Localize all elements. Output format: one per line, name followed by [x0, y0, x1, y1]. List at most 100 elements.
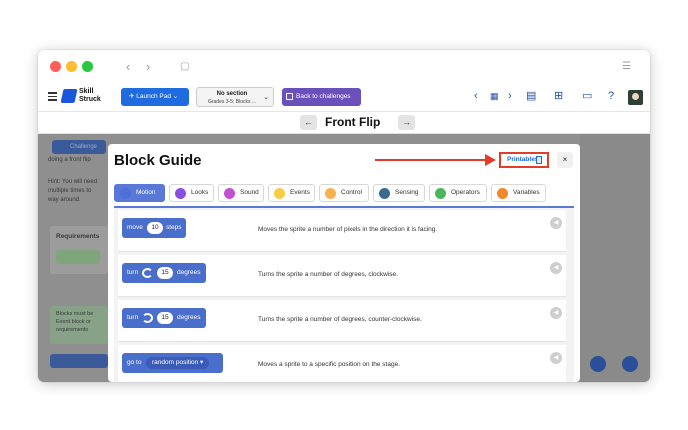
back-to-challenges-button[interactable]: Back to challenges — [282, 88, 361, 106]
list-item: go to random position ▾ Moves a sprite t… — [118, 345, 566, 382]
requirement-check — [56, 250, 100, 264]
tab-looks[interactable]: Looks — [169, 184, 214, 202]
block-description: Turns the sprite a number of degrees, co… — [258, 316, 422, 323]
hint-text: Hint: You will need — [48, 179, 98, 185]
motion-circle-icon — [120, 188, 131, 199]
move-steps-block[interactable]: move 10 steps — [122, 218, 186, 238]
minimize-window-button[interactable] — [66, 61, 77, 72]
instructions-text: doing a front flip — [48, 157, 91, 163]
speaker-icon[interactable]: ◀ — [550, 352, 562, 364]
tab-variables[interactable]: Variables — [491, 184, 546, 202]
back-icon[interactable]: ‹ — [126, 60, 130, 73]
block-text: turn — [127, 269, 139, 276]
blocks-note-panel: Blocks must be Event block or requiremen… — [50, 306, 108, 344]
maximize-window-button[interactable] — [82, 61, 93, 72]
looks-circle-icon — [175, 188, 186, 199]
tab-label: Motion — [136, 189, 156, 196]
block-value: 15 — [157, 267, 173, 279]
control-circle-icon — [325, 188, 336, 199]
next-level-icon[interactable]: › — [508, 91, 512, 102]
browser-window: ‹ › ▢ ☰ Skill Struck ✈ Launch Pad ⌄ No se… — [38, 50, 650, 382]
turn-clockwise-block[interactable]: turn 15 degrees — [122, 263, 206, 283]
logo-mark-icon — [60, 89, 78, 103]
grid-icon[interactable]: ▦ — [490, 91, 499, 102]
block-text: move — [127, 224, 143, 231]
document-icon — [536, 156, 542, 164]
block-text: turn — [127, 314, 139, 321]
position-dropdown[interactable]: random position ▾ — [146, 357, 210, 369]
note-line: requirements — [56, 327, 89, 333]
avatar[interactable] — [628, 90, 643, 105]
block-description: Moves the sprite a number of pixels in t… — [258, 226, 438, 233]
operators-circle-icon — [435, 188, 446, 199]
back-to-challenges-label: Back to challenges — [296, 93, 351, 100]
chevron-down-icon: ⌄ — [172, 93, 179, 100]
prev-arrow-button[interactable]: ← — [300, 115, 317, 130]
hamburger-menu-icon[interactable] — [48, 92, 57, 101]
sound-circle-icon — [224, 188, 235, 199]
section-select[interactable]: No section Grades 3-5: Blocks ... ⌄ — [196, 87, 274, 107]
events-circle-icon — [274, 188, 285, 199]
gift-icon[interactable]: ⊞ — [554, 91, 563, 102]
launch-pad-button[interactable]: ✈ Launch Pad ⌄ — [121, 88, 189, 106]
block-guide-modal: Block Guide Printables × Motion Looks So… — [108, 144, 580, 382]
block-text: degrees — [177, 269, 201, 276]
modal-title: Block Guide — [114, 152, 202, 169]
block-value: 10 — [147, 222, 163, 234]
list-item: move 10 steps Moves the sprite a number … — [118, 210, 566, 252]
help-icon[interactable]: ? — [608, 91, 614, 102]
category-tabs: Motion Looks Sound Events Control Sensin… — [114, 184, 546, 202]
turn-counterclockwise-block[interactable]: turn 15 degrees — [122, 308, 206, 328]
chevron-down-icon: ⌄ — [263, 94, 269, 101]
green-flag-icon — [590, 356, 606, 372]
challenge-tab: Challenge — [52, 140, 106, 154]
block-value: 15 — [157, 312, 173, 324]
tab-events[interactable]: Events — [268, 184, 315, 202]
prev-level-icon[interactable]: ‹ — [474, 91, 478, 102]
hint-text: multiple times to — [48, 188, 92, 194]
speaker-icon[interactable]: ◀ — [550, 217, 562, 229]
speaker-icon[interactable]: ◀ — [550, 262, 562, 274]
rotate-counterclockwise-icon — [142, 313, 153, 323]
settings-sliders-icon[interactable]: ☰ — [622, 60, 631, 73]
tab-label: Sensing — [395, 189, 419, 196]
block-text: steps — [166, 224, 182, 231]
block-text: go to — [127, 359, 142, 366]
level-title: Front Flip — [325, 115, 381, 129]
speaker-icon[interactable]: ◀ — [550, 307, 562, 319]
block-description: Moves a sprite to a specific position on… — [258, 361, 400, 368]
list-icon — [286, 93, 293, 100]
tab-label: Control — [341, 189, 362, 196]
submit-button — [50, 354, 108, 368]
forward-icon[interactable]: › — [146, 60, 150, 73]
tab-label: Looks — [191, 189, 209, 196]
code-screen-icon[interactable]: ▭ — [582, 91, 592, 102]
launch-pad-label: Launch Pad — [136, 93, 171, 100]
variables-circle-icon — [497, 188, 508, 199]
block-text: degrees — [177, 314, 201, 321]
next-arrow-button[interactable]: → — [398, 115, 415, 130]
tab-control[interactable]: Control — [319, 184, 369, 202]
dropdown-value: random position — [152, 359, 199, 366]
stop-icon — [622, 356, 638, 372]
printables-button[interactable]: Printables — [499, 152, 549, 168]
skillstruck-logo[interactable]: Skill Struck — [60, 88, 118, 106]
tab-motion[interactable]: Motion — [114, 184, 165, 202]
tab-operators[interactable]: Operators — [429, 184, 487, 202]
annotation-arrow-line — [375, 159, 487, 161]
requirements-panel: Requirements — [50, 226, 108, 274]
tab-sensing[interactable]: Sensing — [373, 184, 425, 202]
close-modal-button[interactable]: × — [557, 152, 573, 168]
tab-sound[interactable]: Sound — [218, 184, 264, 202]
close-window-button[interactable] — [50, 61, 61, 72]
list-item: turn 15 degrees Turns the sprite a numbe… — [118, 255, 566, 297]
tab-label: Variables — [513, 189, 540, 196]
go-to-position-block[interactable]: go to random position ▾ — [122, 353, 223, 373]
tab-label: Operators — [451, 189, 480, 196]
annotation-arrowhead-icon — [485, 154, 496, 166]
requirements-heading: Requirements — [56, 233, 100, 240]
stage-panel — [580, 134, 650, 382]
block-description: Turns the sprite a number of degrees, cl… — [258, 271, 398, 278]
sensing-circle-icon — [379, 188, 390, 199]
document-icon[interactable]: ▤ — [526, 91, 536, 102]
